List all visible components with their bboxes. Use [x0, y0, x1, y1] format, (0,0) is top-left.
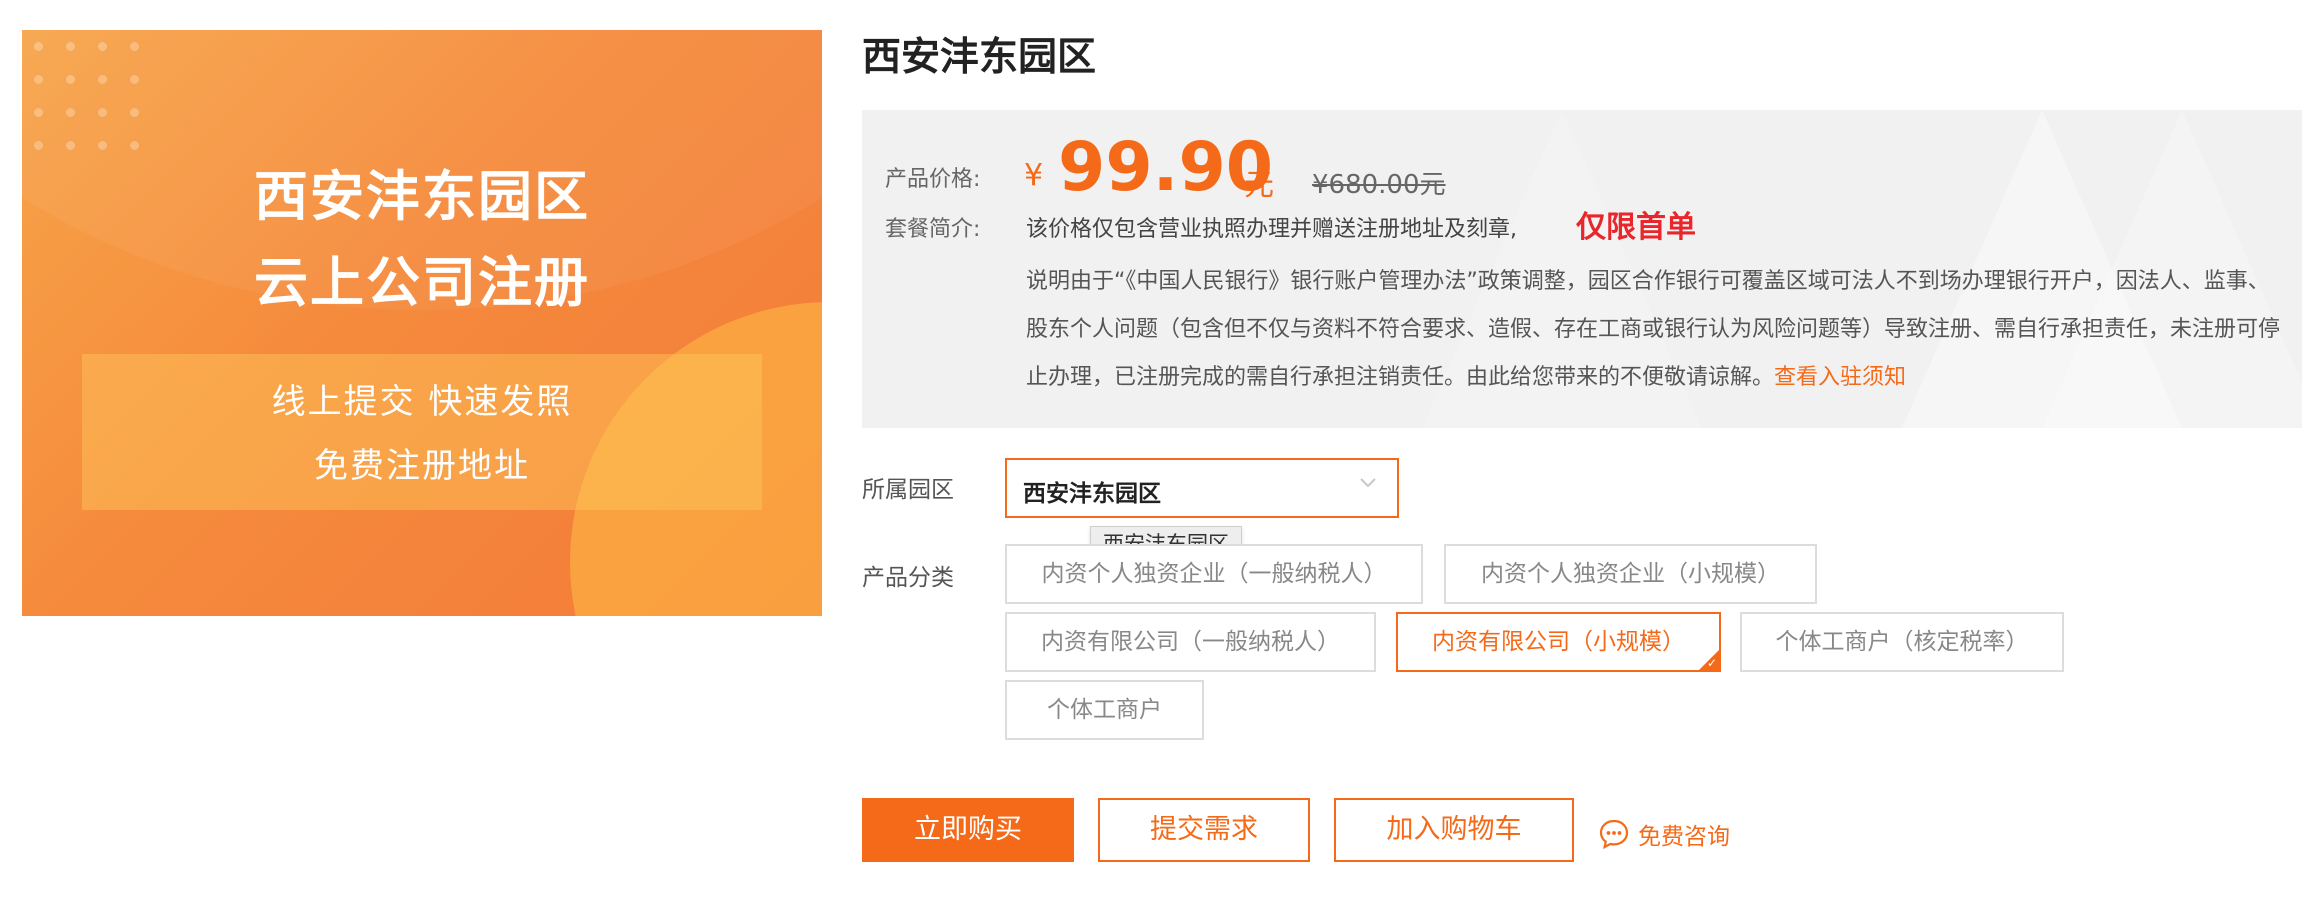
original-price: ¥680.00元 [1312, 170, 1446, 200]
category-option[interactable]: 内资个人独资企业（一般纳税人） [1005, 544, 1423, 604]
intro-text: 该价格仅包含营业执照办理并赠送注册地址及刻章, [1026, 217, 1517, 242]
submit-request-button[interactable]: 提交需求 [1098, 798, 1310, 862]
notice-text: 说明由于“《中国人民银行》银行账户管理办法”政策调整，园区合作银行可覆盖区域可法… [1026, 269, 2281, 390]
category-option[interactable]: 内资有限公司（一般纳税人） [1005, 612, 1376, 672]
category-option-label: 内资有限公司（一般纳税人） [1041, 629, 1340, 655]
checkmark-icon: ✓ [1706, 656, 1717, 670]
category-option-label: 内资有限公司（小规模） [1432, 629, 1685, 655]
settlement-notice-link[interactable]: 查看入驻须知 [1774, 365, 1906, 390]
consult-label: 免费咨询 [1638, 824, 1730, 850]
category-option-label: 个体工商户 [1047, 697, 1162, 723]
banner-subtitle-line1: 线上提交 快速发照 [271, 382, 573, 422]
price-value: 99.90 [1058, 128, 1274, 207]
banner-subtitle-line2: 免费注册地址 [314, 446, 530, 486]
category-option-label: 内资个人独资企业（小规模） [1481, 561, 1780, 587]
decorative-dots [34, 42, 154, 158]
category-option-label: 内资个人独资企业（一般纳税人） [1041, 561, 1387, 587]
buy-now-button[interactable]: 立即购买 [862, 798, 1074, 862]
chat-bubble-icon [1599, 819, 1629, 850]
category-option-label: 个体工商户（核定税率） [1775, 629, 2029, 655]
price-label: 产品价格: [885, 167, 981, 192]
intro-label: 套餐简介: [885, 217, 981, 242]
park-select[interactable]: 西安沣东园区 [1005, 458, 1399, 518]
category-label: 产品分类 [862, 565, 954, 591]
category-option[interactable]: 内资个人独资企业（小规模） [1444, 544, 1817, 604]
category-option-selected[interactable]: 内资有限公司（小规模） ✓ [1396, 612, 1721, 672]
currency-symbol: ¥ [1024, 158, 1044, 193]
product-banner: 西安沣东园区 云上公司注册 线上提交 快速发照 免费注册地址 [22, 30, 822, 616]
add-to-cart-button[interactable]: 加入购物车 [1334, 798, 1574, 862]
banner-title-line2: 云上公司注册 [254, 251, 590, 314]
free-consult-link[interactable]: 免费咨询 [1598, 816, 1730, 852]
banner-title-line1: 西安沣东园区 [254, 165, 590, 228]
policy-notice: 说明由于“《中国人民银行》银行账户管理办法”政策调整，园区合作银行可覆盖区域可法… [1026, 258, 2284, 402]
park-label: 所属园区 [862, 477, 954, 503]
price-unit: 元 [1244, 168, 1274, 203]
park-select-value: 西安沣东园区 [1023, 481, 1161, 507]
chevron-down-icon [1360, 478, 1376, 488]
first-order-badge: 仅限首单 [1576, 210, 1696, 245]
category-option[interactable]: 个体工商户（核定税率） [1740, 612, 2064, 672]
category-option[interactable]: 个体工商户 [1005, 680, 1204, 740]
product-title: 西安沣东园区 [862, 35, 1097, 80]
